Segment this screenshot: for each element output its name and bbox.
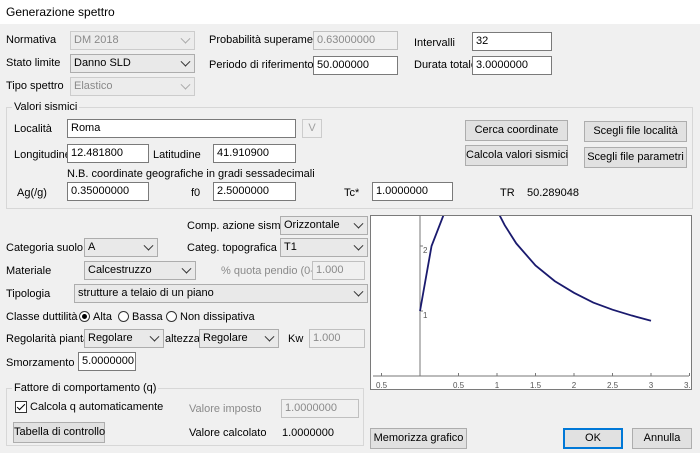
probabilita-label: Probabilità superamento <box>209 34 329 46</box>
x-tick-label: 3 <box>649 381 654 389</box>
quota-pendio-field: 1.000 <box>312 261 365 280</box>
probabilita-field: 0.63000000 <box>313 31 398 50</box>
f0-label: f0 <box>191 187 201 199</box>
altezza-select[interactable]: Regolare <box>199 329 279 348</box>
spectrum-line <box>419 209 652 322</box>
chevron-down-icon <box>180 79 191 90</box>
valore-calcolato-label: Valore calcolato <box>189 427 267 439</box>
materiale-label: Materiale <box>6 265 52 277</box>
smorzamento-label: Smorzamento <box>6 357 75 369</box>
x-tick-label: 3.5 <box>684 381 691 389</box>
periodo-field[interactable]: 50.000000 <box>313 56 398 75</box>
categoria-suolo-label: Categoria suolo <box>6 242 84 254</box>
v-button[interactable]: V <box>302 119 322 138</box>
altezza-label: altezza <box>165 333 200 345</box>
ag-label: Ag(/g) <box>17 187 47 199</box>
kw-label: Kw <box>288 333 304 345</box>
memorizza-grafico-button[interactable]: Memorizza grafico <box>370 428 467 449</box>
materiale-select[interactable]: Calcestruzzo <box>84 261 196 280</box>
categ-topo-label: Categ. topografica <box>187 242 277 254</box>
longitudine-field[interactable]: 12.481800 <box>67 144 149 163</box>
tabella-controllo-button[interactable]: Tabella di controllo <box>13 422 105 443</box>
classe-duttilita-label: Classe duttilità <box>6 311 78 323</box>
intervalli-label: Intervalli <box>414 37 455 49</box>
radio-bassa[interactable] <box>118 311 129 322</box>
fattore-title: Fattore di comportamento (q) <box>12 382 159 394</box>
latitudine-field[interactable]: 41.910900 <box>213 144 296 163</box>
ok-button[interactable]: OK <box>563 428 623 449</box>
tr-value: 50.289048 <box>527 187 579 199</box>
chevron-down-icon <box>264 331 275 342</box>
comp-azione-label: Comp. azione sismica <box>187 220 295 232</box>
durata-label: Durata totale <box>414 59 477 71</box>
x-tick-label: 2 <box>572 381 577 389</box>
f0-field[interactable]: 2.5000000 <box>213 182 296 201</box>
tc-field[interactable]: 1.0000000 <box>372 182 453 201</box>
spectrum-chart: 0.50.511.522.533.5123 <box>370 179 696 390</box>
chevron-down-icon <box>180 56 191 67</box>
tipo-spettro-label: Tipo spettro <box>6 80 64 92</box>
radio-non-dissipativa-label: Non dissipativa <box>180 311 255 323</box>
durata-field[interactable]: 3.0000000 <box>472 56 552 75</box>
kw-field: 1.000 <box>309 329 365 348</box>
tr-label: TR <box>500 187 515 199</box>
valori-sismici-title: Valori sismici <box>12 101 80 113</box>
cerca-coordinate-button[interactable]: Cerca coordinate <box>465 120 568 141</box>
normativa-select: DM 2018 <box>70 31 195 50</box>
chevron-down-icon <box>143 240 154 251</box>
quota-pendio-label: % quota pendio (0-1) <box>221 265 324 277</box>
x-tick-label: 0.5 <box>376 381 388 389</box>
periodo-label: Periodo di riferimento <box>209 59 314 71</box>
ag-field[interactable]: 0.35000000 <box>67 182 149 201</box>
calcola-q-checkbox[interactable] <box>15 401 27 413</box>
x-tick-label: 1 <box>495 381 500 389</box>
valore-calcolato-value: 1.0000000 <box>282 427 334 439</box>
valore-imposto-label: Valore imposto <box>189 403 262 415</box>
regolarita-pianta-select[interactable]: Regolare <box>84 329 164 348</box>
scegli-file-localita-button[interactable]: Scegli file località <box>584 121 687 142</box>
title-bar: Generazione spettro <box>0 0 700 24</box>
radio-alta[interactable] <box>79 311 90 322</box>
radio-non-dissipativa[interactable] <box>166 311 177 322</box>
radio-bassa-label: Bassa <box>132 311 163 323</box>
longitudine-label: Longitudine <box>14 149 71 161</box>
coordinate-note: N.B. coordinate geografiche in gradi ses… <box>67 168 315 180</box>
stato-limite-label: Stato limite <box>6 57 61 69</box>
chevron-down-icon <box>353 218 364 229</box>
calcola-valori-button[interactable]: Calcola valori sismici <box>465 145 568 166</box>
chevron-down-icon <box>149 331 160 342</box>
valore-imposto-field: 1.0000000 <box>281 399 359 418</box>
tipo-spettro-select: Elastico <box>70 77 195 96</box>
chevron-down-icon <box>353 240 364 251</box>
x-tick-label: 2.5 <box>607 381 619 389</box>
comp-azione-select[interactable]: Orizzontale <box>280 216 368 235</box>
y-tick-label: 2 <box>423 246 428 255</box>
calcola-q-label: Calcola q automaticamente <box>30 401 164 413</box>
x-tick-label: 1.5 <box>530 381 542 389</box>
chevron-down-icon <box>181 263 192 274</box>
stato-limite-select[interactable]: Danno SLD <box>70 54 195 73</box>
latitudine-label: Latitudine <box>153 149 201 161</box>
y-tick-label: 1 <box>423 311 428 320</box>
window-title: Generazione spettro <box>6 5 115 19</box>
localita-label: Località <box>14 123 52 135</box>
regolarita-pianta-label: Regolarità pianta <box>6 333 90 345</box>
annulla-button[interactable]: Annulla <box>632 428 692 449</box>
localita-field[interactable]: Roma <box>67 119 296 138</box>
chevron-down-icon <box>180 33 191 44</box>
tipologia-select[interactable]: strutture a telaio di un piano <box>74 284 368 303</box>
tc-label: Tc* <box>344 187 360 199</box>
intervalli-field[interactable]: 32 <box>472 32 552 51</box>
smorzamento-field[interactable]: 5.0000000 <box>78 352 136 371</box>
chevron-down-icon <box>353 286 364 297</box>
categ-topo-select[interactable]: T1 <box>280 238 368 257</box>
tipologia-label: Tipologia <box>6 288 51 300</box>
spectrum-chart-svg: 0.50.511.522.533.5123 <box>373 179 696 390</box>
radio-alta-label: Alta <box>93 311 112 323</box>
x-tick-label: 0.5 <box>453 381 465 389</box>
normativa-label: Normativa <box>6 34 57 46</box>
scegli-file-parametri-button[interactable]: Scegli file parametri <box>584 147 687 168</box>
categoria-suolo-select[interactable]: A <box>84 238 158 257</box>
